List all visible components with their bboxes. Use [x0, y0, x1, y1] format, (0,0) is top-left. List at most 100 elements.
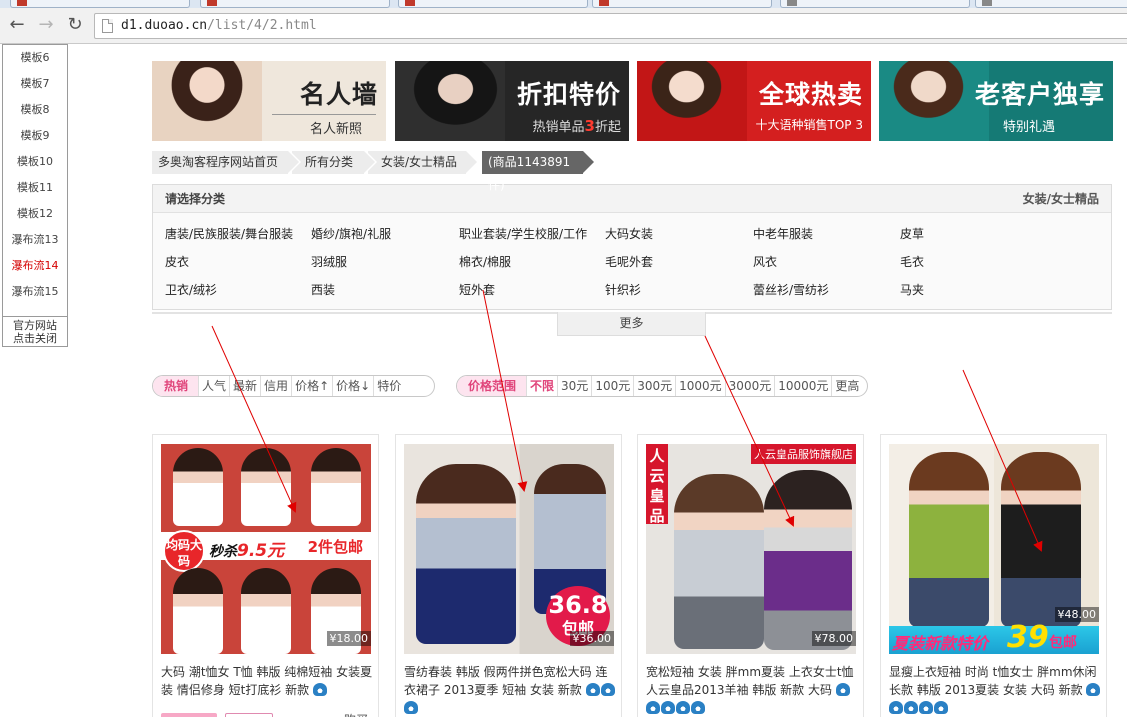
model-figure [173, 568, 223, 654]
price-option[interactable]: 更高 [831, 376, 862, 396]
product-card[interactable]: ¥48.00 夏装新款特价 39 包邮 显瘦上衣短袖 时尚 t恤女士 胖mm休闲… [880, 434, 1107, 717]
browser-tab[interactable] [398, 0, 588, 8]
more-categories-button[interactable]: 更多 [557, 312, 706, 336]
category-link[interactable]: 风衣 [753, 253, 777, 270]
category-link[interactable]: 西装 [311, 281, 335, 298]
product-card[interactable]: 36.8 包邮 ¥36.00 雪纺春装 韩版 假两件拼色宽松大码 连衣裙子 20… [395, 434, 622, 717]
sort-option[interactable]: 信用 [260, 376, 291, 396]
category-link[interactable]: 羽绒服 [311, 253, 347, 270]
model-figure [674, 474, 764, 649]
price-option[interactable]: 30元 [557, 376, 591, 396]
sort-option[interactable]: 最新 [229, 376, 260, 396]
close-panel-link[interactable]: 点击关闭 [3, 332, 67, 345]
category-link[interactable]: 卫衣/绒衫 [165, 281, 217, 298]
browser-tab[interactable] [200, 0, 390, 8]
product-title[interactable]: 宽松短袖 女装 胖mm夏装 上衣女士t恤 人云皇品2013羊袖 韩版 新款 大码 [646, 663, 860, 717]
template-item[interactable]: 模板12 [3, 201, 67, 227]
address-url[interactable]: d1.duoao.cn/list/4/2.html [121, 18, 317, 33]
category-link[interactable]: 马夹 [900, 281, 924, 298]
product-image[interactable]: ¥48.00 夏装新款特价 39 包邮 [889, 444, 1099, 654]
category-link[interactable]: 毛衣 [900, 253, 924, 270]
promo-number: 39 [1007, 620, 1049, 654]
category-link[interactable]: 棉衣/棉服 [459, 253, 511, 270]
banner-global-hot[interactable]: 全球热卖 十大语种销售TOP 3 [637, 61, 871, 141]
template-item[interactable]: 模板7 [3, 71, 67, 97]
template-item[interactable]: 瀑布流13 [3, 227, 67, 253]
breadcrumb-all-categories[interactable]: 所有分类 [292, 151, 377, 174]
category-link[interactable]: 职业套装/学生校服/工作 [459, 225, 587, 242]
category-link[interactable]: 中老年服装 [753, 225, 813, 242]
browser-tab[interactable] [592, 0, 772, 8]
template-side-panel: 模板6 模板7 模板8 模板9 模板10 模板11 模板12 瀑布流13 瀑布流… [2, 44, 68, 347]
banner-model-photo [152, 61, 262, 141]
product-image[interactable]: 36.8 包邮 ¥36.00 [404, 444, 614, 654]
action-button[interactable] [161, 713, 217, 717]
template-item-active[interactable]: 瀑布流14 [3, 253, 67, 279]
price-option[interactable]: 10000元 [774, 376, 831, 396]
category-link[interactable]: 皮草 [900, 225, 924, 242]
product-card[interactable]: 人云皇品 人云皇品服饰旗舰店 ¥78.00 宽松短袖 女装 胖mm夏装 上衣女士… [637, 434, 864, 717]
price-option[interactable]: 1000元 [675, 376, 725, 396]
category-link[interactable]: 针织衫 [605, 281, 641, 298]
banner-celebrity-wall[interactable]: 名人墙 名人新照 [152, 61, 386, 141]
favicon-icon [982, 0, 992, 6]
price-option[interactable]: 3000元 [724, 376, 775, 396]
product-title[interactable]: 大码 潮t恤女 T恤 韩版 纯棉短袖 女装夏装 情侣修身 短t打底衫 新款 [161, 663, 375, 699]
category-link[interactable]: 大码女装 [605, 225, 653, 242]
crown-icon [919, 701, 933, 714]
crown-icon [646, 701, 660, 714]
browser-tab[interactable] [975, 0, 1127, 8]
action-button[interactable] [225, 713, 273, 717]
banner-loyal-customer[interactable]: 老客户独享 特别礼遇 [879, 61, 1113, 141]
price-option-unlimited[interactable]: 不限 [526, 376, 557, 396]
official-site-link[interactable]: 官方网站 [3, 319, 67, 332]
model-figure [311, 448, 361, 526]
size-tag-badge: 均码大码 [163, 530, 205, 572]
breadcrumb-category[interactable]: 女装/女士精品 [368, 151, 479, 174]
product-title[interactable]: 显瘦上衣短袖 时尚 t恤女士 胖mm休闲长款 韩版 2013夏装 女装 大码 新… [889, 663, 1103, 717]
banner-subtitle: 特别礼遇 [1002, 120, 1055, 135]
current-category-label: 女装/女士精品 [1022, 192, 1099, 206]
sort-option[interactable]: 价格↑ [291, 376, 332, 396]
reload-icon[interactable]: ↻ [64, 14, 86, 36]
category-link[interactable]: 毛呢外套 [605, 253, 653, 270]
price-option[interactable]: 300元 [633, 376, 675, 396]
product-card[interactable]: 秒杀9.5元 2件包邮 均码大码 ¥18.00 大码 潮t恤女 T恤 韩版 纯棉… [152, 434, 379, 717]
breadcrumb-home[interactable]: 多奥淘客程序网站首页 [152, 151, 301, 174]
category-link[interactable]: 蕾丝衫/雪纺衫 [753, 281, 829, 298]
category-link[interactable]: 婚纱/旗袍/礼服 [311, 225, 391, 242]
category-link[interactable]: 皮衣 [165, 253, 189, 270]
browser-tab[interactable] [10, 0, 190, 8]
browser-tab[interactable] [780, 0, 970, 8]
product-image[interactable]: 人云皇品 人云皇品服饰旗舰店 ¥78.00 [646, 444, 856, 654]
template-item[interactable]: 模板11 [3, 175, 67, 201]
forward-arrow-icon[interactable]: → [35, 14, 57, 36]
breadcrumb-item-count: (商品1143891件) [482, 151, 596, 192]
product-title[interactable]: 雪纺春装 韩版 假两件拼色宽松大码 连衣裙子 2013夏季 短袖 女装 新款 [404, 663, 618, 717]
model-figure [241, 448, 291, 526]
category-link[interactable]: 唐装/民族服装/舞台服装 [165, 225, 293, 242]
banner-model-photo [637, 61, 747, 141]
price-option[interactable]: 100元 [591, 376, 633, 396]
sort-option[interactable]: 价格↓ [332, 376, 373, 396]
buy-link[interactable]: 购买 [344, 711, 368, 717]
back-arrow-icon[interactable]: ← [6, 14, 28, 36]
sort-option[interactable]: 人气 [198, 376, 229, 396]
panel-footer[interactable]: 官方网站 点击关闭 [3, 316, 67, 346]
category-link[interactable]: 短外套 [459, 281, 495, 298]
template-item[interactable]: 模板10 [3, 149, 67, 175]
model-figure [416, 464, 516, 644]
crown-icon [404, 701, 418, 714]
product-image[interactable]: 秒杀9.5元 2件包邮 均码大码 ¥18.00 [161, 444, 371, 654]
category-header: 请选择分类 女装/女士精品 [153, 185, 1111, 213]
banner-subtitle: 名人新照 [309, 122, 362, 137]
address-bar[interactable]: d1.duoao.cn/list/4/2.html [94, 13, 1127, 39]
sort-hot[interactable]: 热销 [153, 376, 199, 396]
sort-option[interactable]: 特价 [373, 376, 404, 396]
template-item[interactable]: 模板8 [3, 97, 67, 123]
template-item[interactable]: 瀑布流15 [3, 279, 67, 305]
template-item[interactable]: 模板9 [3, 123, 67, 149]
template-item[interactable]: 模板6 [3, 45, 67, 71]
browser-toolbar: ← → ↻ d1.duoao.cn/list/4/2.html [0, 8, 1127, 44]
banner-discount[interactable]: 折扣特价 热销单品3折起 [395, 61, 629, 141]
